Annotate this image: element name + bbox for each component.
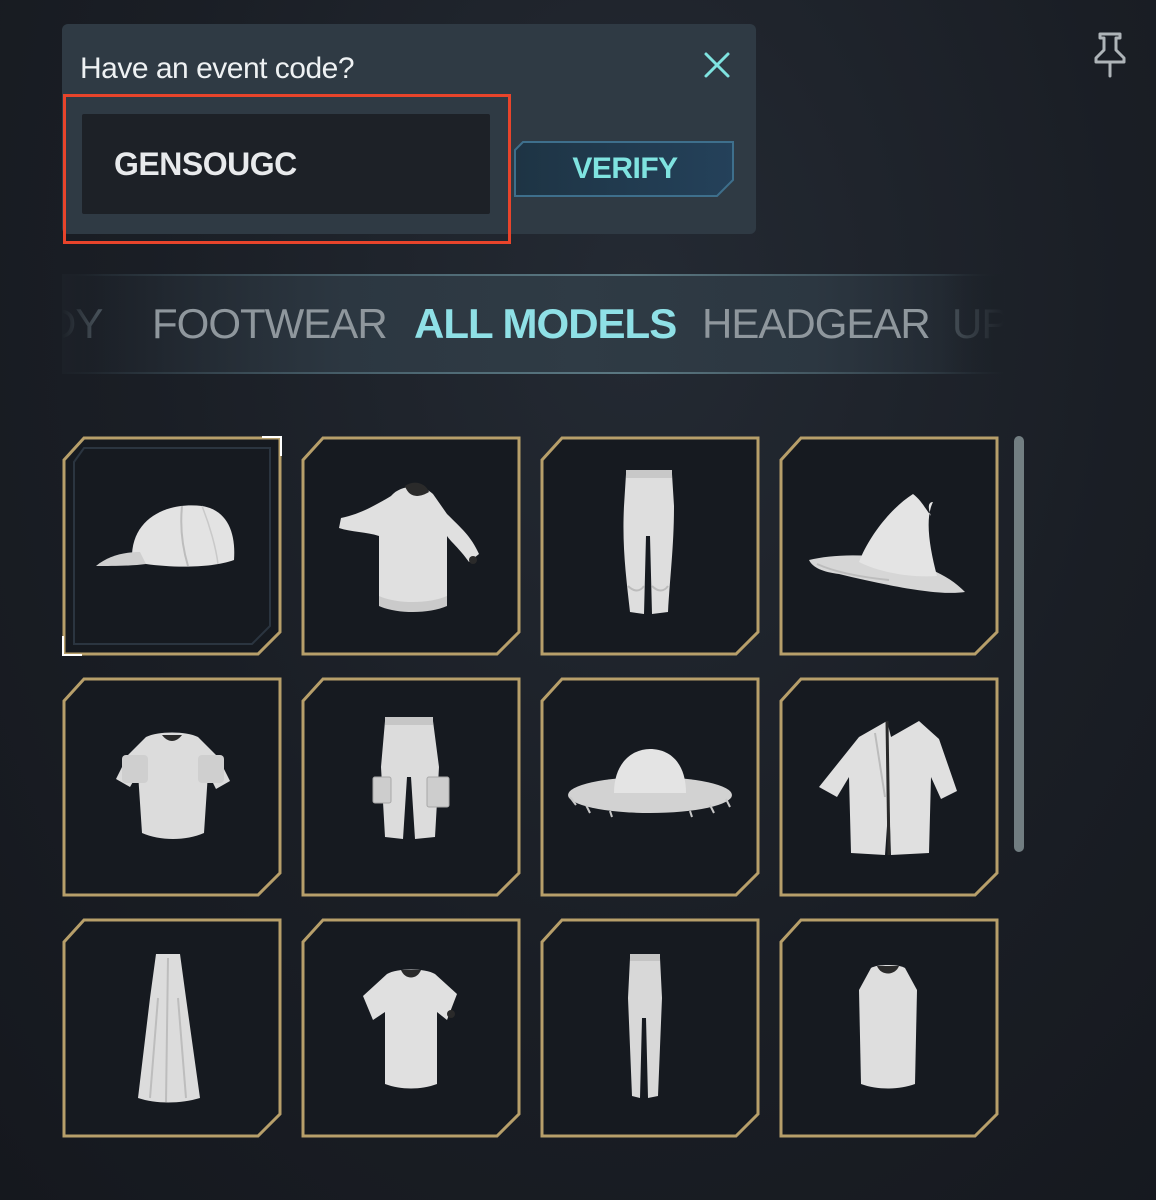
baseball-cap-icon (96, 505, 235, 567)
event-code-panel: Have an event code? VERIFY (62, 24, 756, 234)
event-code-input[interactable] (82, 114, 490, 214)
tab-headgear[interactable]: HEADGEAR (702, 300, 931, 348)
model-tile[interactable] (779, 436, 999, 656)
cargo-pants-icon (623, 470, 674, 614)
pin-icon[interactable] (1088, 30, 1132, 80)
tank-top-icon (859, 965, 917, 1089)
hoodie-icon (339, 482, 479, 612)
tab-all-models[interactable]: ALL MODELS (414, 300, 677, 348)
model-tile[interactable] (301, 918, 521, 1138)
wizard-hat-icon (809, 494, 965, 593)
t-shirt-icon (363, 969, 457, 1089)
model-tile[interactable] (62, 677, 282, 897)
model-tile[interactable] (540, 436, 760, 656)
model-tile[interactable] (301, 436, 521, 656)
straw-hat-icon (568, 749, 732, 818)
model-tile[interactable] (779, 677, 999, 897)
model-tile[interactable] (540, 918, 760, 1138)
verify-button[interactable]: VERIFY (513, 140, 737, 198)
category-tabs: DY FOOTWEAR ALL MODELS HEADGEAR UP (62, 274, 1004, 374)
model-tile[interactable] (779, 918, 999, 1138)
event-code-title: Have an event code? (80, 52, 355, 85)
tabs-fade-left (62, 274, 102, 374)
verify-label: VERIFY (572, 152, 678, 185)
open-jacket-icon (819, 720, 957, 856)
model-tile[interactable] (540, 677, 760, 897)
pocket-shorts-icon (372, 717, 450, 839)
tabs-fade-right (944, 274, 1004, 374)
long-skirt-icon (138, 954, 200, 1103)
armored-top-icon (116, 732, 230, 839)
model-tile[interactable] (62, 436, 282, 656)
model-grid (62, 436, 1002, 1138)
tab-footwear[interactable]: FOOTWEAR (152, 300, 388, 348)
grid-scrollbar[interactable] (1014, 436, 1024, 852)
event-code-field (82, 114, 490, 214)
close-icon[interactable] (702, 50, 732, 80)
slim-pants-icon (628, 954, 662, 1098)
model-tile[interactable] (301, 677, 521, 897)
model-tile[interactable] (62, 918, 282, 1138)
